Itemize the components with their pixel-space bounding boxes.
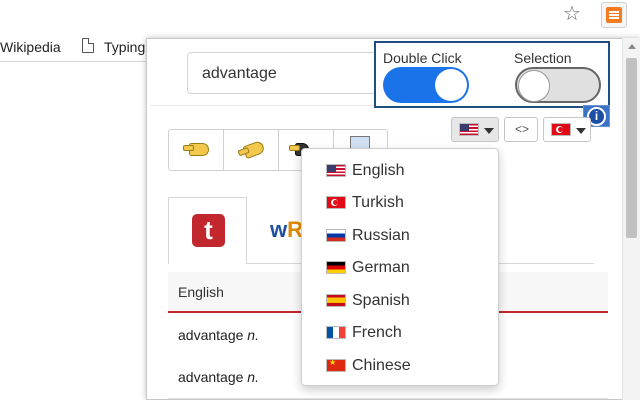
language-option-chinese[interactable]: Chinese [302, 350, 498, 382]
column-header-english: English [178, 284, 224, 300]
fr-flag-icon [326, 326, 346, 339]
ru-flag-icon [326, 229, 346, 242]
de-flag-icon [326, 261, 346, 274]
language-option-german[interactable]: German [302, 252, 498, 284]
option-label: French [352, 324, 402, 341]
us-flag-icon [326, 164, 346, 177]
language-option-french[interactable]: French [302, 317, 498, 349]
tab-wordreference[interactable]: wR [250, 197, 302, 264]
cn-flag-icon [326, 359, 346, 372]
swap-label: <> [514, 122, 529, 136]
hand-left-icon [183, 143, 209, 156]
hand-right-icon [242, 139, 266, 160]
swap-languages-button[interactable]: <> [504, 117, 538, 142]
double-click-toggle[interactable] [383, 67, 469, 103]
tr-flag-icon [326, 196, 346, 209]
language-dropdown: English Turkish Russian German Spanish F… [301, 148, 499, 386]
option-label: Chinese [352, 357, 411, 374]
search-input[interactable]: advantage [187, 52, 405, 94]
row-term: advantage n. [178, 327, 259, 343]
row-word: advantage [178, 327, 244, 343]
logo-part-w: w [270, 217, 288, 242]
toggle-knob [435, 69, 467, 101]
row-pos: n. [247, 327, 259, 343]
language-option-english[interactable]: English [302, 155, 498, 187]
wordreference-logo: wR [270, 217, 302, 243]
tab-tureng[interactable]: t [168, 197, 247, 264]
toggle-panel: Double Click Selection [374, 41, 610, 108]
row-word: advantage [178, 369, 244, 385]
scrollbar-thumb[interactable] [626, 58, 637, 238]
language-option-spanish[interactable]: Spanish [302, 285, 498, 317]
es-flag-icon [326, 294, 346, 307]
tool-hand-right[interactable] [224, 130, 279, 170]
scroll-up-icon[interactable] [628, 44, 636, 49]
selection-toggle[interactable] [515, 67, 601, 103]
tool-hand-left[interactable] [169, 130, 224, 170]
tureng-logo: t [192, 214, 225, 247]
chevron-down-icon [576, 128, 586, 134]
language-option-russian[interactable]: Russian [302, 220, 498, 252]
bookmark-wikipedia[interactable]: Wikipedia [0, 39, 61, 55]
translator-extension-icon[interactable] [601, 2, 627, 28]
option-label: English [352, 162, 405, 179]
extension-logo-icon [606, 7, 622, 23]
us-flag-icon [459, 123, 479, 136]
popup-scrollbar[interactable] [622, 38, 640, 400]
toggle-knob [518, 70, 550, 102]
option-label: Spanish [352, 292, 410, 309]
star-icon[interactable]: ☆ [563, 3, 581, 25]
browser-toolbar: ☆ [0, 0, 640, 32]
option-label: Turkish [352, 194, 404, 211]
double-click-label: Double Click [383, 50, 462, 66]
row-term: advantage n. [178, 369, 259, 385]
option-label: Russian [352, 227, 410, 244]
bookmark-typing[interactable]: Typing [104, 39, 145, 55]
chevron-down-icon [484, 128, 494, 134]
selection-label: Selection [514, 50, 572, 66]
option-label: German [352, 259, 410, 276]
document-icon [82, 38, 94, 53]
source-language-button[interactable] [451, 117, 499, 142]
tr-flag-icon [551, 123, 571, 136]
language-option-turkish[interactable]: Turkish [302, 187, 498, 219]
logo-part-r: R [287, 217, 302, 242]
row-pos: n. [247, 369, 259, 385]
screen: ☆ Wikipedia Typing advantage Double Clic… [0, 0, 640, 400]
target-language-button[interactable] [543, 117, 591, 142]
